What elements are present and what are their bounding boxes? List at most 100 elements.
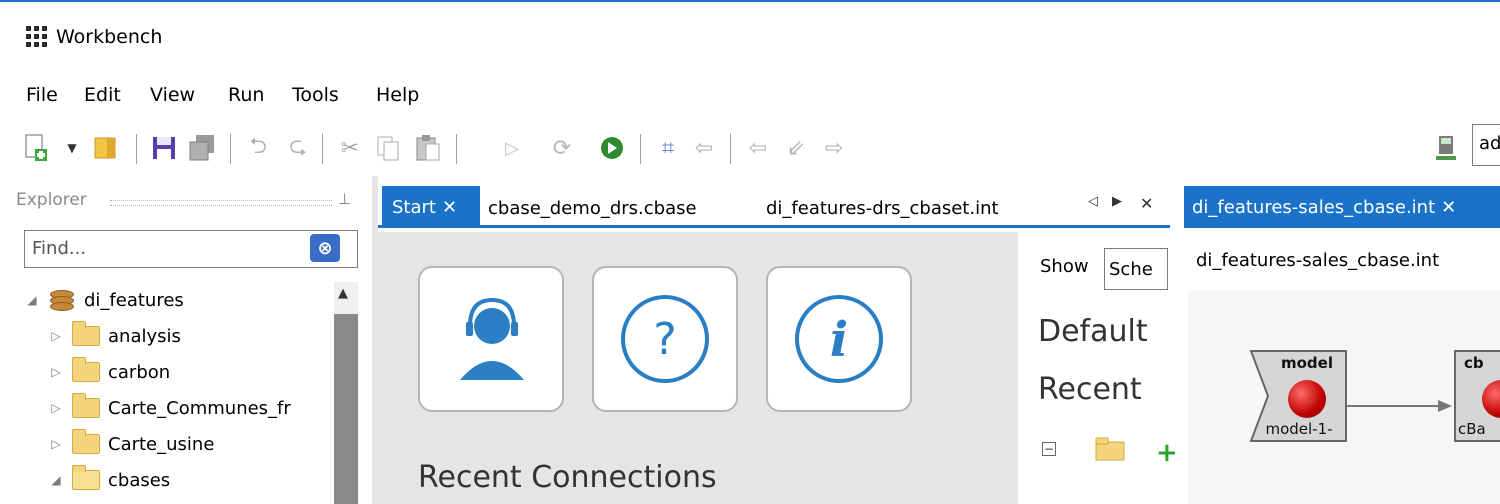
collapse-arrow-icon[interactable]: ◢ xyxy=(48,473,64,487)
tree-item-label: Carte_usine xyxy=(108,433,215,455)
tree-item-carte-usine[interactable]: ▷ Carte_usine xyxy=(24,426,334,462)
svg-text:?: ? xyxy=(653,314,676,365)
paste-icon[interactable] xyxy=(414,134,442,162)
folder-icon xyxy=(72,321,100,346)
connection-input[interactable]: ad xyxy=(1472,124,1500,166)
copy-icon[interactable] xyxy=(374,134,402,162)
menu-tools[interactable]: Tools xyxy=(292,84,339,106)
status-dot-icon xyxy=(1288,380,1326,418)
explorer-tree: ◢ di_features ▷ analysis ▷ carbon ▷ Cart… xyxy=(24,282,334,498)
save-all-icon[interactable] xyxy=(188,134,216,162)
tab-label: di_features-sales_cbase.int xyxy=(1192,196,1436,218)
menu-bar xyxy=(0,70,1500,120)
tree-item-label: carbon xyxy=(108,361,171,383)
tree-scrollbar-thumb[interactable] xyxy=(334,314,358,504)
menu-view[interactable]: View xyxy=(150,84,195,106)
nav-import-icon[interactable]: ⇙ xyxy=(782,134,810,162)
toolbar-separator xyxy=(640,134,641,164)
open-folder-icon xyxy=(72,465,100,490)
menu-file[interactable]: File xyxy=(26,84,58,106)
dropdown-arrow-icon[interactable]: ▼ xyxy=(58,134,86,162)
close-icon[interactable]: ✕ xyxy=(1441,197,1456,218)
folder-icon xyxy=(72,393,100,418)
info-card[interactable]: i xyxy=(766,266,912,412)
tab-cbase-demo[interactable]: cbase_demo_drs.cbase xyxy=(488,198,697,219)
pin-icon[interactable]: ⊥ xyxy=(338,190,351,208)
tree-item-carte-communes[interactable]: ▷ Carte_Communes_fr xyxy=(24,390,334,426)
node-subtitle: cBa xyxy=(1458,420,1486,438)
support-card[interactable] xyxy=(418,266,564,412)
run-icon[interactable]: ▷ xyxy=(498,134,526,162)
help-card[interactable]: ? xyxy=(592,266,738,412)
recent-connections-heading: Recent Connections xyxy=(418,460,717,495)
toolbar-separator xyxy=(136,134,137,164)
clear-search-icon[interactable]: ⊗ xyxy=(310,234,340,262)
database-icon xyxy=(48,288,76,312)
expand-arrow-icon[interactable]: ▷ xyxy=(48,365,64,379)
new-file-icon[interactable] xyxy=(22,134,50,162)
toolbar-separator xyxy=(730,134,731,164)
tab-label: Start xyxy=(392,196,436,218)
menu-help[interactable]: Help xyxy=(376,84,419,106)
default-heading: Default xyxy=(1038,314,1148,349)
collapse-icon[interactable]: − xyxy=(1042,442,1056,456)
node-title: model xyxy=(1281,354,1333,372)
cbase-node[interactable]: cb cBa xyxy=(1454,350,1500,442)
connector-arrow xyxy=(1346,400,1452,412)
close-tabs-icon[interactable]: ✕ xyxy=(1140,194,1153,213)
explorer-title: Explorer xyxy=(16,190,87,210)
open-icon[interactable] xyxy=(92,134,120,162)
tab-di-features-sales[interactable]: di_features-sales_cbase.int ✕ xyxy=(1184,186,1500,228)
redo-icon[interactable]: ⮎ xyxy=(284,134,312,162)
collapse-arrow-icon[interactable]: ◢ xyxy=(24,293,40,307)
diagram-title: di_features-sales_cbase.int xyxy=(1196,250,1440,271)
explorer-drag-handle[interactable] xyxy=(110,200,332,206)
folder-icon xyxy=(72,429,100,454)
title-bar xyxy=(0,0,1500,70)
close-icon[interactable]: ✕ xyxy=(442,197,457,218)
node-subtitle: model-1- xyxy=(1265,420,1333,438)
add-icon[interactable]: + xyxy=(1156,438,1178,468)
grid-icon[interactable]: ⌗ xyxy=(654,134,682,162)
save-icon[interactable] xyxy=(150,134,178,162)
undo-icon[interactable]: ⮌ xyxy=(244,134,272,162)
refresh-icon[interactable]: ⟳ xyxy=(548,134,576,162)
tree-item-di-features[interactable]: ◢ di_features xyxy=(24,282,334,318)
scroll-up-icon[interactable]: ▲ xyxy=(338,286,348,301)
menu-run[interactable]: Run xyxy=(228,84,264,106)
svg-text:i: i xyxy=(830,312,848,368)
cut-icon[interactable]: ✂ xyxy=(336,134,364,162)
tree-item-label: di_features xyxy=(84,289,184,311)
go-icon[interactable] xyxy=(598,134,626,162)
info-icon: i xyxy=(795,295,883,383)
help-icon: ? xyxy=(621,295,709,383)
tab-start[interactable]: Start ✕ xyxy=(382,186,480,228)
menu-edit[interactable]: Edit xyxy=(84,84,121,106)
nav-back-icon[interactable]: ⇦ xyxy=(744,134,772,162)
tab-scroll-left-icon[interactable]: ◁ xyxy=(1088,194,1098,209)
toolbar-separator xyxy=(230,134,231,164)
tab-scroll-right-icon[interactable]: ▶ xyxy=(1112,194,1122,209)
expand-arrow-icon[interactable]: ▷ xyxy=(48,437,64,451)
expand-arrow-icon[interactable]: ▷ xyxy=(48,329,64,343)
tab-di-features-drs[interactable]: di_features-drs_cbaset.int xyxy=(766,198,999,219)
window-title: Workbench xyxy=(56,26,163,48)
expand-arrow-icon[interactable]: ▷ xyxy=(48,401,64,415)
show-select[interactable]: Sche xyxy=(1104,248,1168,290)
tree-item-cbases[interactable]: ◢ cbases xyxy=(24,462,334,498)
tree-item-carbon[interactable]: ▷ carbon xyxy=(24,354,334,390)
toolbar-separator xyxy=(456,134,457,164)
tree-item-label: Carte_Communes_fr xyxy=(108,397,291,419)
node-title: cb xyxy=(1464,354,1484,372)
tree-item-label: analysis xyxy=(108,325,181,347)
show-label: Show xyxy=(1040,256,1089,277)
find-placeholder: Find... xyxy=(32,238,87,259)
tree-item-analysis[interactable]: ▷ analysis xyxy=(24,318,334,354)
tree-item-label: cbases xyxy=(108,469,171,491)
connection-icon[interactable] xyxy=(1432,134,1460,162)
support-icon xyxy=(460,297,524,380)
open-folder-icon[interactable] xyxy=(1094,436,1128,466)
toolbar-separator xyxy=(322,134,323,164)
back-icon[interactable]: ⇦ xyxy=(690,134,718,162)
nav-forward-icon[interactable]: ⇨ xyxy=(820,134,848,162)
